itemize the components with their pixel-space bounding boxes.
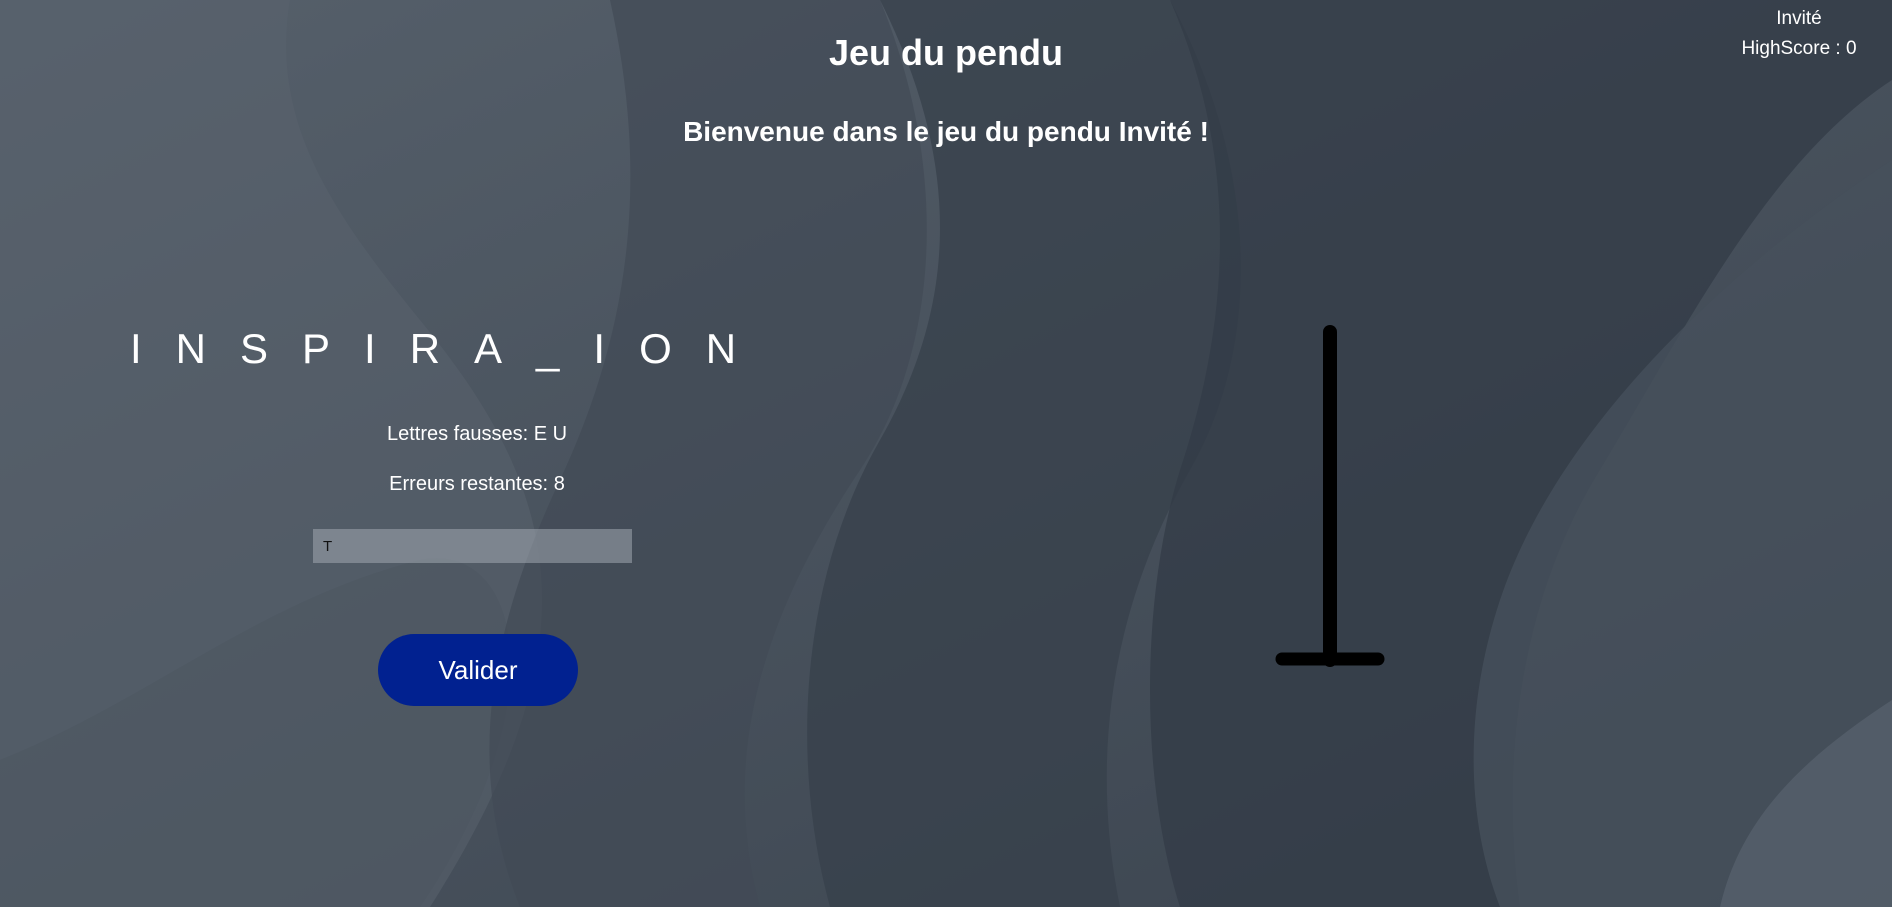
remaining-errors-label: Erreurs restantes: [389,473,549,495]
remaining-errors-value: 8 [553,473,565,495]
wrong-letters-label: Lettres fausses: [386,423,529,445]
username: Invité [1776,8,1822,29]
page-title: Jeu du pendu [829,32,1063,73]
welcome-message: Bienvenue dans le jeu du pendu Invité ! [683,116,1209,147]
validate-button[interactable]: Valider [378,634,578,706]
wrong-letters-value: E U [533,423,568,445]
wrong-letters-line: Lettres fausses: E U [277,423,677,446]
hidden-word: INSPIRA_ION [130,325,771,372]
remaining-errors-line: Erreurs restantes: 8 [277,473,677,496]
letter-input[interactable] [313,529,632,563]
hangman-gallows [1275,325,1385,667]
